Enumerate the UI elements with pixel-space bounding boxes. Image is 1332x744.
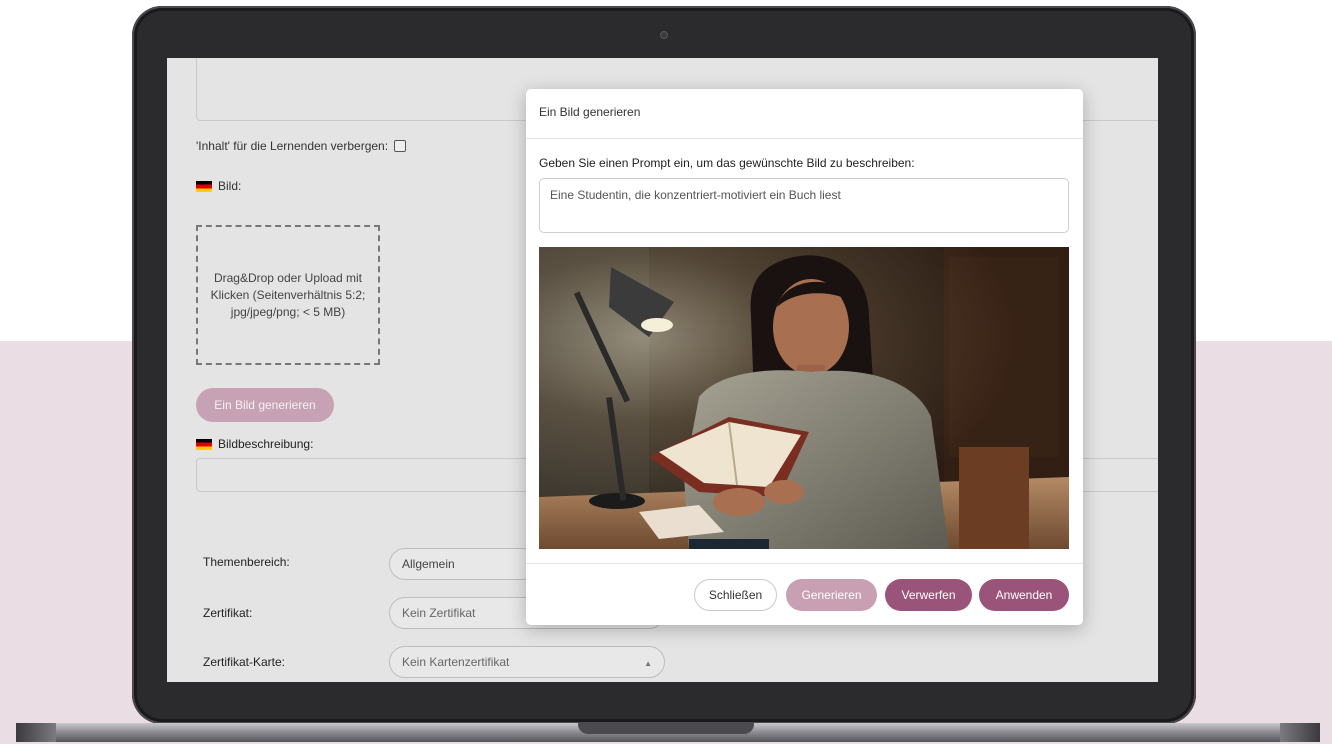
modal-footer: Schließen Generieren Verwerfen Anwenden xyxy=(526,563,1083,626)
generated-image-illustration xyxy=(539,247,1069,549)
apply-button[interactable]: Anwenden xyxy=(979,579,1069,611)
modal-header: Ein Bild generieren xyxy=(526,89,1083,139)
discard-button[interactable]: Verwerfen xyxy=(885,579,972,611)
generated-image xyxy=(539,247,1069,549)
laptop-screen: 'Inhalt' für die Lernenden verbergen: Bi… xyxy=(167,58,1158,682)
laptop-notch xyxy=(578,723,754,734)
laptop-base-edge-right xyxy=(1280,723,1320,742)
modal-title: Ein Bild generieren xyxy=(539,105,641,119)
prompt-input[interactable]: Eine Studentin, die konzentriert-motivie… xyxy=(539,178,1069,233)
generate-button[interactable]: Generieren xyxy=(786,579,877,611)
camera-icon xyxy=(660,31,668,39)
close-button[interactable]: Schließen xyxy=(694,579,777,611)
prompt-label: Geben Sie einen Prompt ein, um das gewün… xyxy=(539,156,915,170)
generate-image-modal: Ein Bild generieren Geben Sie einen Prom… xyxy=(526,89,1083,625)
laptop-base-edge-left xyxy=(16,723,56,742)
